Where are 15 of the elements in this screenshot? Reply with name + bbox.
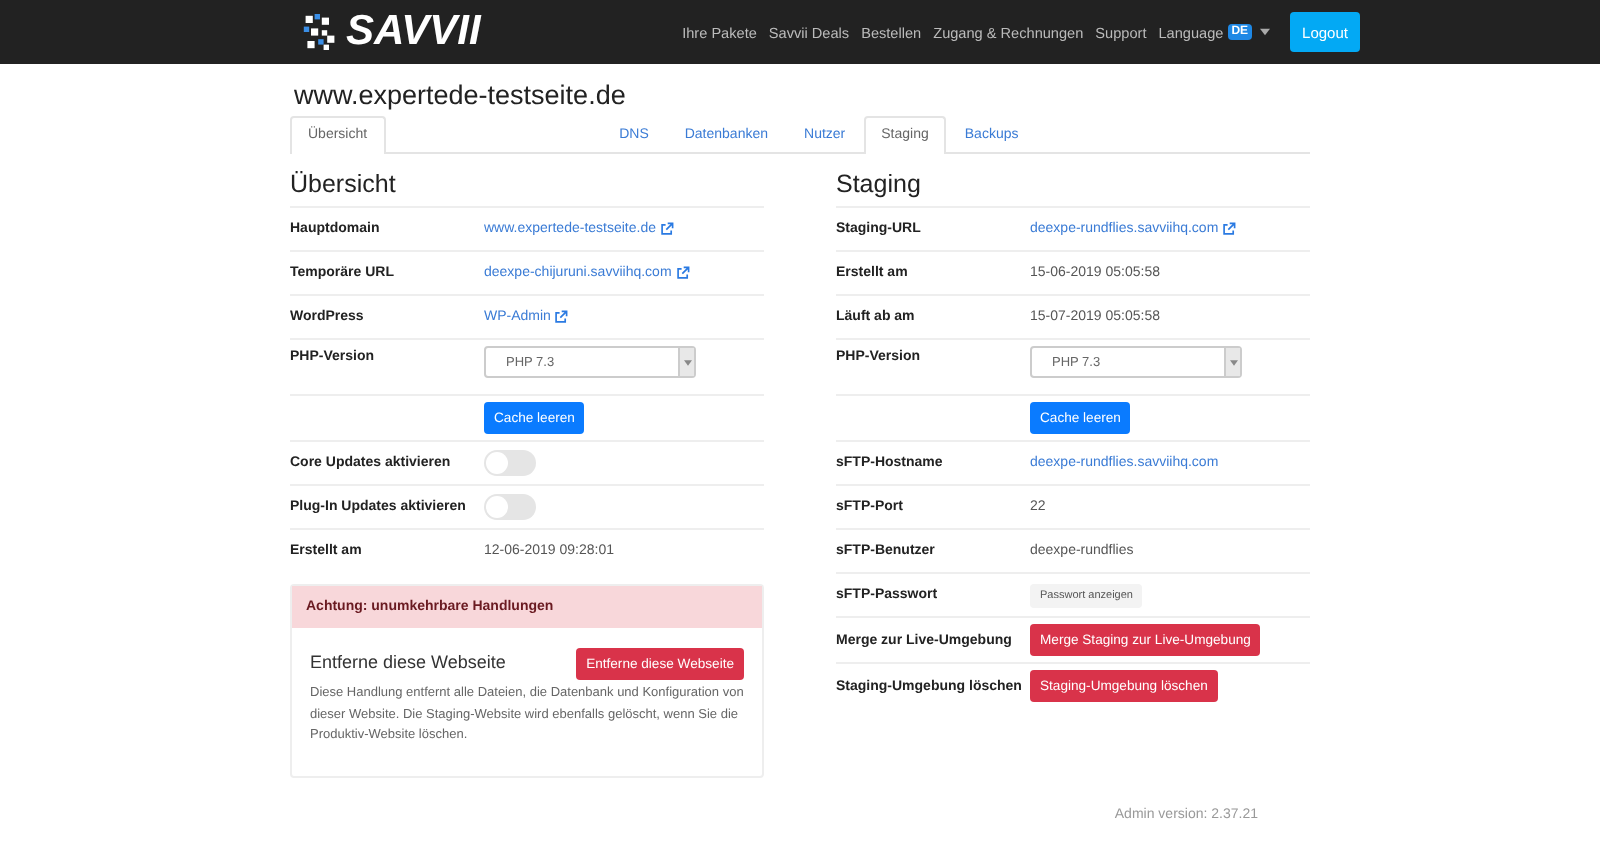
external-link-icon (1222, 222, 1237, 236)
caret-icon (683, 359, 691, 365)
external-link-icon (554, 310, 569, 324)
toggle-switch[interactable] (484, 450, 536, 476)
site-title: www.expertede-testseite.de (294, 80, 628, 110)
brand-name[interactable]: SAVVII (346, 8, 481, 56)
caret-icon (1229, 359, 1237, 365)
external-link-icon (675, 266, 690, 280)
card-title: Entferne diese Webseite (310, 652, 506, 672)
external-link-icon (660, 222, 674, 236)
caret-icon (1260, 28, 1271, 36)
section-heading: Staging (836, 170, 923, 198)
logo-icon (302, 12, 338, 52)
toggle-switch[interactable] (484, 494, 536, 520)
section-heading: Übersicht (290, 170, 398, 198)
